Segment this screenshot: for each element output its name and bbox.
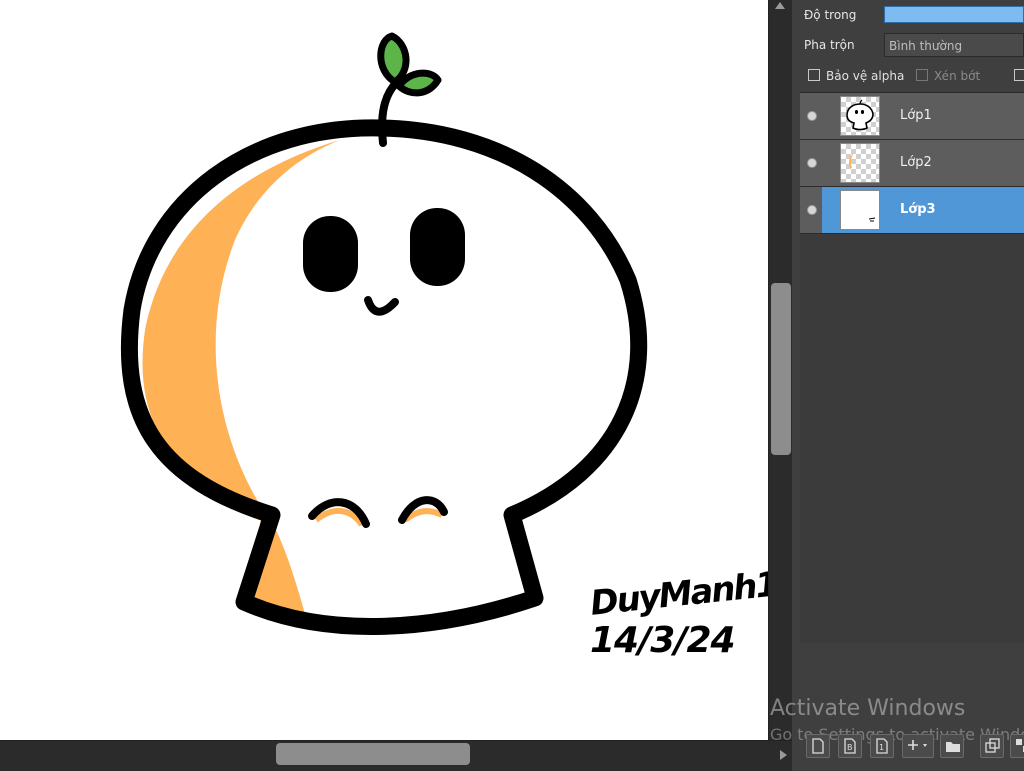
scroll-up-arrow-icon[interactable] [775,2,785,9]
vertical-scrollbar[interactable] [768,0,793,740]
blend-label: Pha trộn [804,38,855,52]
shading-thumbnail-icon [849,153,854,168]
signature-date: 14/3/24 [590,620,736,661]
svg-text:B: B [847,743,853,752]
duplicate-layer-icon [985,738,1000,753]
new-layer-b-button[interactable]: B [838,734,862,758]
new-layer-b-icon: B [844,738,856,754]
opacity-slider[interactable] [884,6,1024,23]
horizontal-scroll-thumb[interactable] [276,743,470,765]
layer-row-3[interactable]: Lớp3 [800,187,1024,234]
blend-mode-select[interactable]: Bình thường [884,33,1024,57]
layer-name: Lớp1 [900,108,932,123]
layer-thumbnail [840,96,880,136]
clip-box[interactable] [916,69,928,81]
layer-row-1[interactable]: Lớp1 [800,93,1024,140]
right-eye [410,208,465,286]
visibility-dot-icon[interactable] [807,111,817,121]
protect-alpha-checkbox[interactable]: Bảo vệ alpha [808,69,904,83]
extra-checkbox[interactable] [1014,69,1024,83]
left-eye [303,216,358,292]
visibility-dot-icon[interactable] [807,158,817,168]
layer-thumbnail [840,190,880,230]
visibility-dot-icon[interactable] [807,205,817,215]
duplicate-layer-button[interactable] [980,734,1004,758]
layer-name: Lớp2 [900,155,932,170]
sprout-leaf-right [395,69,442,97]
signature: DuyManh14 14/3/24 [588,562,768,664]
clip-checkbox[interactable]: Xén bớt [916,69,980,83]
layer-list: Lớp1 Lớp2 Lớp3 [800,92,1024,643]
protect-alpha-label: Bảo vệ alpha [826,69,905,83]
vertical-scroll-thumb[interactable] [771,283,791,455]
scroll-right-arrow-icon[interactable] [780,750,787,760]
svg-text:1: 1 [879,743,884,752]
new-layer-1-icon: 1 [876,738,888,754]
signature-thumbnail-icon [868,217,876,222]
layer-panel: Độ trong Pha trộn Bình thường Bảo vệ alp… [792,0,1024,770]
layer-name: Lớp3 [900,202,936,217]
protect-alpha-box[interactable] [808,69,820,81]
layer-thumbnail [840,143,880,183]
new-layer-button[interactable] [806,734,830,758]
new-layer-icon [812,738,824,754]
drawing-canvas[interactable]: DuyManh14 14/3/24 [0,0,768,740]
add-layer-menu-button[interactable] [902,734,934,758]
sprout-leaf-top [377,32,410,86]
folder-icon [946,742,960,752]
add-layer-menu-icon [908,740,927,750]
folder-button[interactable] [940,734,964,758]
merge-layer-icon [1016,739,1024,752]
horizontal-scrollbar[interactable] [0,740,792,771]
clip-label: Xén bớt [934,69,981,83]
opacity-label: Độ trong [804,8,857,22]
skull-thumbnail-icon [846,99,874,131]
opacity-row: Độ trong [792,0,1024,28]
extra-checkbox-box[interactable] [1014,69,1024,81]
new-layer-1-button[interactable]: 1 [870,734,894,758]
layer-row-2[interactable]: Lớp2 [800,140,1024,187]
layer-toolbar: B 1 [800,732,1024,762]
activate-windows-watermark: Activate Windows [770,696,966,721]
merge-layer-button[interactable] [1010,734,1024,758]
